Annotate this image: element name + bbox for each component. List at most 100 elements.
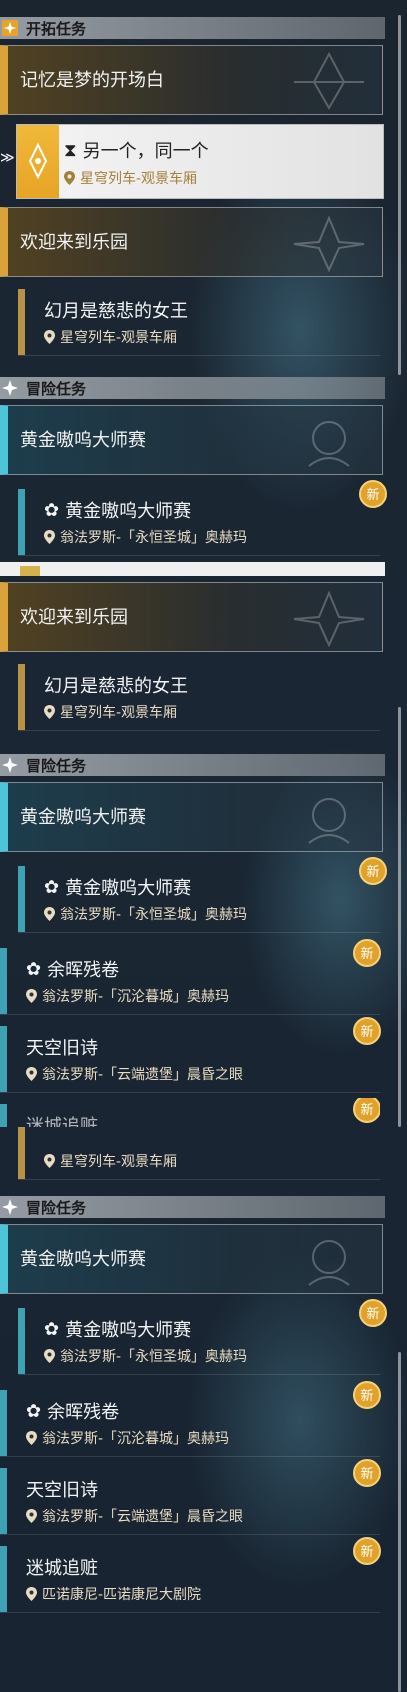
quest-emblem-icon <box>308 421 350 467</box>
quest-title: 黄金嗷呜大师赛 <box>20 807 146 828</box>
subquest-gold-master[interactable]: ✿ 黄金嗷呜大师赛 翁法罗斯-「永恒圣城」奥赫玛 新 <box>18 1299 387 1375</box>
quest-item-embers[interactable]: ✿ 余晖残卷 翁法罗斯-「沉沦暮城」奥赫玛 新 <box>0 1381 381 1457</box>
subquest-bar <box>18 1127 25 1179</box>
section-title: 冒险任务 <box>26 380 87 398</box>
quest-location: 翁法罗斯-「云端遗堡」晨昏之眼 <box>26 1506 243 1526</box>
quest-location: 翁法罗斯-「沉沦暮城」奥赫玛 <box>26 986 229 1006</box>
location-text: 星穹列车-观景车厢 <box>60 705 178 721</box>
scrollbar[interactable] <box>398 1352 401 1692</box>
subquest-bar <box>0 1546 7 1612</box>
quest-location: 翁法罗斯-「云端遗堡」晨昏之眼 <box>26 1064 243 1084</box>
svg-text:新: 新 <box>360 1466 373 1482</box>
subquest-gold-master[interactable]: ✿ 黄金嗷呜大师赛 翁法罗斯-「永恒圣城」奥赫玛 新 <box>18 480 387 556</box>
location-text: 匹诺康尼-匹诺康尼大剧院 <box>42 1587 202 1603</box>
quest-title: 天空旧诗 <box>26 1038 98 1059</box>
scrollbar[interactable] <box>398 15 401 375</box>
location-text: 翁法罗斯-「永恒圣城」奥赫玛 <box>60 1349 248 1365</box>
quest-location: 翁法罗斯-「永恒圣城」奥赫玛 <box>44 904 247 924</box>
quest-title-text: 另一个，同一个 <box>82 141 209 162</box>
quest-item-welcome[interactable]: 欢迎来到乐园 <box>0 207 383 277</box>
svg-text:新: 新 <box>360 1102 373 1118</box>
location-text: 星穹列车-观景车厢 <box>60 330 178 346</box>
quest-title: 迷城追赃 <box>26 1116 98 1127</box>
scrollbar[interactable] <box>398 707 401 1127</box>
location-pin-icon <box>64 171 75 185</box>
quest-title-text: 黄金嗷呜大师赛 <box>65 1320 192 1341</box>
location-text: 翁法罗斯-「永恒圣城」奥赫玛 <box>60 907 248 923</box>
section-title: 冒险任务 <box>26 1199 87 1217</box>
quest-gem-icon <box>17 125 59 198</box>
subquest-bar <box>18 1308 25 1374</box>
quest-emblem-icon <box>293 590 365 647</box>
location-pin-icon <box>44 530 55 544</box>
quest-item-welcome[interactable]: 欢迎来到乐园 <box>0 582 383 652</box>
location-pin-icon <box>44 1349 55 1363</box>
adventure-quest-icon: ✿ <box>44 876 60 898</box>
svg-text:新: 新 <box>360 1388 373 1404</box>
location-text: 星穹列车-观景车厢 <box>80 171 198 187</box>
location-text: 翁法罗斯-「沉沦暮城」奥赫玛 <box>42 1431 230 1447</box>
quest-item-gold-master[interactable]: 黄金嗷呜大师赛 <box>0 782 383 852</box>
section-header-adventure: 冒险任务 <box>0 754 385 776</box>
location-pin-icon <box>44 907 55 921</box>
new-badge-icon: 新 <box>353 1459 381 1487</box>
quest-item-another-selected[interactable]: ⧗ 另一个，同一个 星穹列车-观景车厢 <box>16 124 384 199</box>
quest-item-gold-master[interactable]: 黄金嗷呜大师赛 <box>0 405 383 475</box>
selected-arrow-icon: ≫ <box>0 150 15 166</box>
adventure-icon <box>2 380 18 396</box>
quest-title-text: 黄金嗷呜大师赛 <box>65 501 192 522</box>
quest-title: 欢迎来到乐园 <box>20 232 128 253</box>
quest-item-maze[interactable]: 迷城追赃 匹诺康尼-匹诺康尼大剧院 新 <box>0 1537 381 1613</box>
quest-list-view-1: 开拓任务 记忆是梦的开场白 ≫ ⧗ 另一个，同一个 星穹列车-观景车厢 欢迎来到乐… <box>0 0 407 562</box>
location-pin-icon <box>26 1431 37 1445</box>
subquest-bar <box>0 1468 7 1534</box>
quest-title-text: 余晖残卷 <box>47 960 120 981</box>
location-text: 翁法罗斯-「云端遗堡」晨昏之眼 <box>42 1509 244 1525</box>
subquest-bar <box>0 1026 7 1092</box>
subquest-moon[interactable]: 幻月是慈悲的女王 星穹列车-观景车厢 <box>18 658 380 731</box>
new-badge-icon: 新 <box>359 1299 387 1327</box>
location-pin-icon <box>44 330 55 344</box>
quest-title: 黄金嗷呜大师赛 <box>20 430 146 451</box>
location-text: 翁法罗斯-「永恒圣城」奥赫玛 <box>60 530 248 546</box>
quest-item-embers[interactable]: ✿ 余晖残卷 翁法罗斯-「沉沦暮城」奥赫玛 新 <box>0 939 381 1015</box>
subquest-bar <box>0 1104 7 1127</box>
quest-location: 翁法罗斯-「永恒圣城」奥赫玛 <box>44 527 247 547</box>
quest-item-memory[interactable]: 记忆是梦的开场白 <box>0 45 383 115</box>
location-pin-icon <box>26 1067 37 1081</box>
new-badge-icon: 新 <box>353 939 381 967</box>
new-badge-icon: 新 <box>353 1098 380 1123</box>
new-badge-icon: 新 <box>353 1017 381 1045</box>
svg-text:新: 新 <box>360 1544 373 1560</box>
quest-title: ✿ 黄金嗷呜大师赛 <box>44 874 191 900</box>
section-header-adventure: 冒险任务 <box>0 377 385 399</box>
quest-item-maze-partial[interactable]: 迷城追赃 新 <box>0 1098 380 1127</box>
quest-title: 幻月是慈悲的女王 <box>44 676 188 697</box>
location-text: 翁法罗斯-「云端遗堡」晨昏之眼 <box>42 1067 244 1083</box>
adventure-icon <box>2 1199 18 1215</box>
frame-divider <box>0 562 385 576</box>
svg-text:新: 新 <box>366 1306 379 1322</box>
svg-text:新: 新 <box>366 487 379 503</box>
quest-item-gold-master[interactable]: 黄金嗷呜大师赛 <box>0 1224 383 1294</box>
quest-list-view-3: 星穹列车-观景车厢 冒险任务 黄金嗷呜大师赛 ✿ 黄金嗷呜大师赛 翁法罗斯-「永恒… <box>0 1127 407 1692</box>
quest-title: ✿ 黄金嗷呜大师赛 <box>44 497 191 523</box>
quest-item-sky[interactable]: 天空旧诗 翁法罗斯-「云端遗堡」晨昏之眼 新 <box>0 1459 381 1535</box>
subquest-bar <box>18 866 25 932</box>
subquest-gold-master[interactable]: ✿ 黄金嗷呜大师赛 翁法罗斯-「永恒圣城」奥赫玛 新 <box>18 857 387 933</box>
quest-title: ✿ 余晖残卷 <box>26 956 119 982</box>
quest-item-sky[interactable]: 天空旧诗 翁法罗斯-「云端遗堡」晨昏之眼 新 <box>0 1017 381 1093</box>
svg-text:新: 新 <box>366 864 379 880</box>
trailblaze-icon <box>2 20 18 36</box>
adventure-quest-icon: ✿ <box>26 958 42 980</box>
subquest-moon[interactable]: 星穹列车-观景车厢 <box>18 1127 380 1180</box>
location-text: 星穹列车-观景车厢 <box>60 1154 178 1170</box>
new-badge-icon: 新 <box>359 857 387 885</box>
location-pin-icon <box>44 705 55 719</box>
subquest-bar <box>0 1390 7 1456</box>
quest-list-view-2: 欢迎来到乐园 幻月是慈悲的女王 星穹列车-观景车厢 冒险任务 黄金嗷呜大师赛 ✿… <box>0 577 407 1127</box>
subquest-bar <box>18 289 25 355</box>
subquest-moon[interactable]: 幻月是慈悲的女王 星穹列车-观景车厢 <box>18 283 380 356</box>
quest-emblem-icon <box>293 215 365 272</box>
quest-location: 翁法罗斯-「沉沦暮城」奥赫玛 <box>26 1428 229 1448</box>
